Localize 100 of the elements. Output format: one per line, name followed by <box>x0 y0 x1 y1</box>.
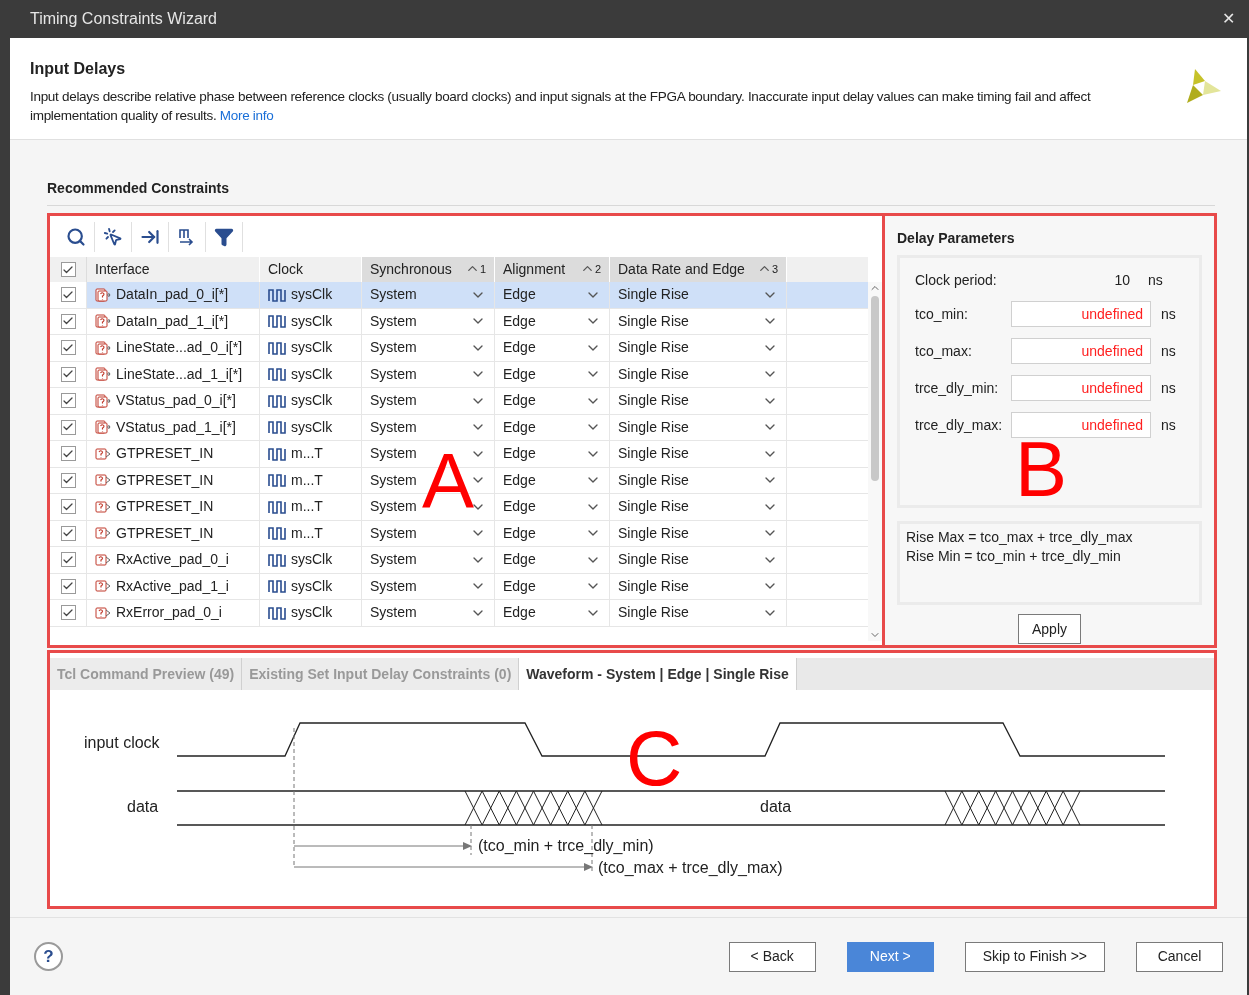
column-header[interactable]: Synchronous 1 <box>362 257 495 282</box>
table-row[interactable]: LineState...ad_1_i[*] sysClk System Edge Single Rise <box>50 361 868 388</box>
checkbox[interactable] <box>60 287 76 303</box>
dropdown-cell[interactable]: Edge <box>495 494 610 520</box>
search-icon[interactable] <box>66 226 86 247</box>
dropdown-cell[interactable]: System <box>362 573 495 599</box>
input-field[interactable]: undefined <box>1011 375 1151 401</box>
clock-waveform-icon <box>268 579 286 594</box>
guide-line <box>470 824 472 856</box>
help-button[interactable]: ? <box>34 942 63 971</box>
table-row[interactable]: VStatus_pad_1_i[*] sysClk System Edge Single Rise <box>50 414 868 441</box>
dropdown-cell[interactable]: System <box>362 282 495 308</box>
clock-label: input clock <box>84 734 160 751</box>
checkbox[interactable] <box>60 419 76 435</box>
dropdown-cell[interactable]: System <box>362 361 495 387</box>
dropdown-cell[interactable]: Edge <box>495 335 610 361</box>
dropdown-cell[interactable]: Single Rise <box>610 441 787 467</box>
unit-label: ns <box>1161 304 1176 324</box>
checkbox[interactable] <box>60 446 76 462</box>
dropdown-cell[interactable]: Single Rise <box>610 494 787 520</box>
dropdown-cell[interactable]: System <box>362 388 495 414</box>
interface-name: GTPRESET_IN <box>116 470 214 490</box>
table-row[interactable]: RxActive_pad_1_i sysClk System Edge Single Rise <box>50 573 868 600</box>
table-row[interactable]: RxActive_pad_0_i sysClk System Edge Single Rise <box>50 547 868 574</box>
dropdown-cell[interactable]: Single Rise <box>610 388 787 414</box>
dropdown-cell[interactable]: Edge <box>495 441 610 467</box>
clock-waveform-icon <box>268 473 286 488</box>
dropdown-cell[interactable]: Single Rise <box>610 573 787 599</box>
dropdown-cell[interactable]: Single Rise <box>610 547 787 573</box>
dropdown-cell[interactable]: Single Rise <box>610 600 787 626</box>
clock-waveform-icon <box>268 499 286 514</box>
port-icon <box>95 446 111 461</box>
apply-button[interactable]: Apply <box>1018 614 1081 644</box>
checkbox[interactable] <box>60 605 76 621</box>
tab[interactable]: Waveform - System | Edge | Single Rise <box>519 658 797 690</box>
field-label: tco_min: <box>915 304 969 324</box>
column-header[interactable]: Alignment 2 <box>495 257 610 282</box>
wizard-button[interactable]: < Back <box>728 941 816 972</box>
checkbox[interactable] <box>60 393 76 409</box>
dropdown-cell[interactable]: Edge <box>495 547 610 573</box>
data-value-label: data <box>760 798 792 815</box>
dropdown-cell[interactable]: Edge <box>495 600 610 626</box>
dropdown-cell[interactable]: Single Rise <box>610 282 787 308</box>
clock-name: m...T <box>291 523 323 543</box>
dropdown-cell[interactable]: Edge <box>495 308 610 334</box>
checkbox[interactable] <box>60 525 76 541</box>
dropdown-cell[interactable]: Single Rise <box>610 520 787 546</box>
dropdown-cell[interactable]: Single Rise <box>610 308 787 334</box>
checkbox[interactable] <box>60 578 76 594</box>
field-label: trce_dly_max: <box>915 415 1004 435</box>
dropdown-cell[interactable]: System <box>362 520 495 546</box>
input-field[interactable]: undefined <box>1011 338 1151 364</box>
table-row[interactable]: GTPRESET_IN m...T System Edge Single Rise <box>50 520 868 547</box>
dropdown-cell[interactable]: Single Rise <box>610 414 787 440</box>
dropdown-cell[interactable]: Edge <box>495 467 610 493</box>
dropdown-cell[interactable]: System <box>362 600 495 626</box>
interface-name: LineState...ad_0_i[*] <box>116 338 243 358</box>
close-button[interactable]: ✕ <box>1222 7 1235 31</box>
input-field[interactable]: undefined <box>1011 412 1151 438</box>
table-row[interactable]: LineState...ad_0_i[*] sysClk System Edge Single Rise <box>50 335 868 362</box>
table-row[interactable]: RxError_pad_0_i sysClk System Edge Single Rise <box>50 600 868 627</box>
checkbox[interactable] <box>60 313 76 329</box>
dropdown-cell[interactable]: Single Rise <box>610 361 787 387</box>
clock-waveform-icon <box>268 314 286 329</box>
column-header[interactable]: Data Rate and Edge 3 <box>610 257 787 282</box>
checkbox[interactable] <box>60 552 76 568</box>
unit-label: ns <box>1148 270 1163 290</box>
dropdown-cell[interactable]: Edge <box>495 282 610 308</box>
dropdown-cell[interactable]: Edge <box>495 388 610 414</box>
dropdown-cell[interactable]: System <box>362 335 495 361</box>
dropdown-cell[interactable]: Edge <box>495 520 610 546</box>
checkbox[interactable] <box>60 366 76 382</box>
clock-waveform-icon <box>268 367 286 382</box>
dropdown-cell[interactable]: System <box>362 308 495 334</box>
checkbox[interactable] <box>60 340 76 356</box>
input-field[interactable]: undefined <box>1011 301 1151 327</box>
table-row[interactable]: VStatus_pad_0_i[*] sysClk System Edge Single Rise <box>50 388 868 415</box>
pointer-icon[interactable] <box>103 226 123 247</box>
more-info-link[interactable]: More info <box>219 108 274 123</box>
wizard-button[interactable]: Skip to Finish >> <box>964 941 1105 972</box>
interface-name: LineState...ad_1_i[*] <box>116 364 243 384</box>
checkbox[interactable] <box>60 499 76 515</box>
checkbox[interactable] <box>60 262 76 277</box>
table-row[interactable]: DataIn_pad_1_i[*] sysClk System Edge Single Rise <box>50 308 868 335</box>
dropdown-cell[interactable]: Single Rise <box>610 335 787 361</box>
wizard-button[interactable]: Next > <box>846 941 934 972</box>
dropdown-cell[interactable]: System <box>362 547 495 573</box>
dropdown-cell[interactable]: Edge <box>495 361 610 387</box>
interface-name: GTPRESET_IN <box>116 444 214 464</box>
wizard-button[interactable]: Cancel <box>1136 941 1223 972</box>
dropdown-cell[interactable]: System <box>362 414 495 440</box>
dropdown-cell[interactable]: Edge <box>495 573 610 599</box>
filter-icon[interactable] <box>214 226 234 247</box>
field-label: tco_max: <box>915 341 973 361</box>
port-icon <box>95 526 111 541</box>
checkbox[interactable] <box>60 472 76 488</box>
dropdown-cell[interactable]: Edge <box>495 414 610 440</box>
max-delay-label: (tco_max + trce_dly_max) <box>598 859 783 876</box>
dropdown-cell[interactable]: Single Rise <box>610 467 787 493</box>
table-row[interactable]: DataIn_pad_0_i[*] sysClk System Edge Single Rise <box>50 282 868 309</box>
